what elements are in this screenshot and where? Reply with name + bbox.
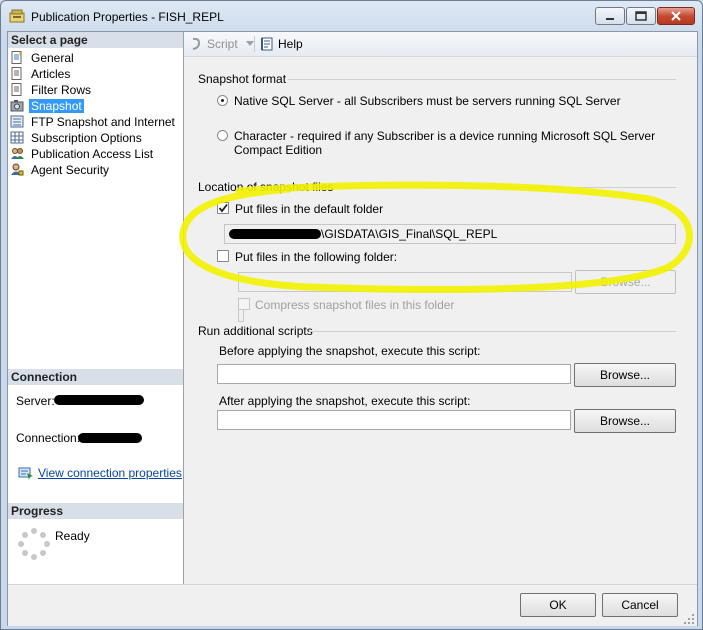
ok-button[interactable]: OK	[520, 593, 596, 617]
script-button[interactable]: Script	[190, 36, 255, 52]
page-ftp-snapshot[interactable]: FTP Snapshot and Internet	[10, 114, 177, 130]
help-button[interactable]: Help	[260, 36, 303, 52]
group-divider	[330, 187, 676, 188]
chevron-down-icon	[246, 41, 255, 46]
left-pane: Select a page General Articles Filter Ro…	[8, 32, 184, 584]
maximize-icon	[627, 8, 655, 24]
window-title: Publication Properties - FISH_REPL	[31, 10, 224, 24]
native-sql-radio[interactable]	[217, 95, 228, 106]
ftp-icon	[10, 115, 24, 128]
native-sql-label: Native SQL Server - all Subscribers must…	[234, 94, 621, 108]
checkmark-icon	[218, 203, 228, 213]
before-script-browse-button[interactable]: Browse...	[574, 363, 676, 387]
following-folder-field[interactable]	[238, 272, 572, 292]
close-button[interactable]	[657, 7, 695, 25]
page-label: Articles	[31, 67, 71, 81]
following-folder-browse-button[interactable]: Browse...	[575, 270, 676, 294]
connection-properties-icon	[18, 467, 33, 480]
page-filter-rows[interactable]: Filter Rows	[10, 82, 93, 98]
default-folder-checkbox[interactable]	[217, 202, 229, 214]
snapshot-icon	[10, 100, 24, 112]
snapshot-page: Snapshot format Native SQL Server - all …	[184, 57, 697, 584]
help-icon	[261, 37, 273, 51]
title-bar[interactable]: Publication Properties - FISH_REPL	[1, 1, 702, 31]
before-script-label: Before applying the snapshot, execute th…	[219, 344, 481, 358]
page-label: Agent Security	[31, 163, 110, 177]
page-icon	[11, 67, 22, 80]
redacted-server-name	[54, 395, 144, 405]
following-folder-label: Put files in the following folder:	[235, 250, 398, 264]
after-script-browse-button[interactable]: Browse...	[574, 409, 676, 433]
after-script-label: After applying the snapshot, execute thi…	[219, 394, 471, 408]
progress-status: Ready	[55, 529, 90, 543]
cancel-button[interactable]: Cancel	[602, 593, 678, 617]
publication-properties-window: Publication Properties - FISH_REPL Selec…	[0, 0, 703, 630]
compress-label: Compress snapshot files in this folder	[255, 298, 455, 312]
users-icon	[11, 148, 24, 159]
default-folder-label: Put files in the default folder	[235, 202, 384, 216]
connection-label: Connection:	[16, 431, 81, 445]
default-folder-path-field[interactable]: \GISDATA\GIS_Final\SQL_REPL	[224, 224, 676, 244]
close-icon	[658, 8, 694, 24]
compress-checkbox[interactable]	[238, 298, 250, 310]
minimize-icon	[596, 8, 624, 24]
dialog-client: Select a page General Articles Filter Ro…	[7, 31, 698, 626]
page-label: Subscription Options	[31, 131, 142, 145]
before-script-field[interactable]	[217, 364, 571, 384]
group-divider	[288, 79, 676, 80]
maximize-button[interactable]	[626, 7, 656, 25]
select-page-header: Select a page	[8, 32, 183, 48]
progress-spinner-icon	[18, 528, 50, 560]
page-agent-security[interactable]: Agent Security	[10, 162, 111, 178]
connection-header: Connection	[8, 369, 183, 385]
server-label: Server:	[16, 394, 55, 408]
redacted-server-path	[229, 229, 321, 239]
page-label: Publication Access List	[31, 147, 154, 161]
character-radio[interactable]	[217, 130, 228, 141]
page-articles[interactable]: Articles	[10, 66, 72, 82]
page-subscription-options[interactable]: Subscription Options	[10, 130, 144, 146]
script-icon	[192, 37, 201, 50]
page-publication-access-list[interactable]: Publication Access List	[10, 146, 155, 162]
after-script-field[interactable]	[217, 410, 571, 430]
page-snapshot[interactable]: Snapshot	[10, 98, 84, 114]
toolbar: Script Help	[184, 32, 697, 57]
group-divider	[309, 331, 676, 332]
resize-grip-icon[interactable]	[683, 613, 695, 625]
dialog-footer: OK Cancel	[8, 584, 697, 626]
minimize-button[interactable]	[595, 7, 625, 25]
snapshot-format-group-label: Snapshot format	[198, 72, 287, 86]
grid-icon	[10, 131, 24, 144]
page-label: Filter Rows	[31, 83, 92, 97]
toolbar-separator	[254, 36, 255, 52]
default-folder-path-text: \GISDATA\GIS_Final\SQL_REPL	[321, 227, 498, 241]
view-connection-properties-link[interactable]: View connection properties	[38, 466, 182, 480]
user-lock-icon	[11, 163, 24, 176]
page-general[interactable]: General	[10, 50, 76, 66]
script-label: Script	[207, 37, 238, 51]
redacted-connection-name	[78, 433, 142, 443]
progress-header: Progress	[8, 503, 183, 519]
page-icon	[11, 83, 22, 96]
publication-icon	[9, 9, 25, 23]
page-label: Snapshot	[29, 99, 84, 113]
following-folder-checkbox[interactable]	[217, 250, 229, 262]
page-icon	[11, 51, 22, 64]
page-label: General	[31, 51, 74, 65]
location-group-label: Location of snapshot files	[198, 180, 334, 194]
character-label-line1: Character - required if any Subscriber i…	[234, 129, 656, 143]
character-label-line2: Compact Edition	[234, 143, 323, 157]
help-label: Help	[278, 37, 303, 51]
scripts-group-label: Run additional scripts	[198, 324, 313, 338]
page-label: FTP Snapshot and Internet	[31, 115, 175, 129]
